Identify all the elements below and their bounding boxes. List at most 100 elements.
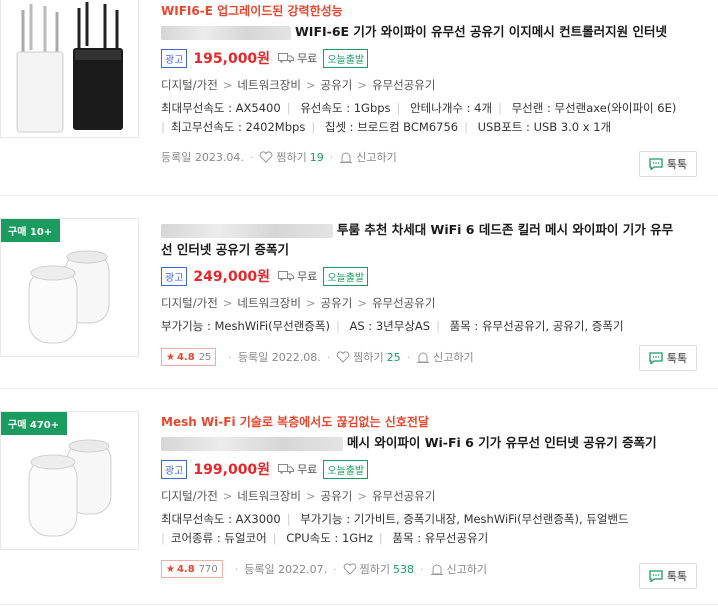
chat-icon [649,570,663,582]
report-label: 신고하기 [433,351,474,364]
spec-item: 칩셋 : 브로드컴 BCM6756 [324,120,459,134]
rating-box[interactable]: ★ 4.8 770 [161,560,223,578]
rating-value: 4.8 [176,351,195,363]
purchase-badge: 구매 10+ [1,219,61,242]
product-image[interactable]: 구매 470+ [0,411,139,550]
talktalk-button[interactable]: 톡톡 [639,345,697,371]
spec-item: 코어종류 : 듀얼코어 [170,531,267,545]
wish-button[interactable]: 찜하기 19 [259,149,324,165]
report-label: 신고하기 [356,151,397,164]
category-3[interactable]: 공유기 [321,296,353,310]
category-4[interactable]: 유무선공유기 [372,78,435,92]
heart-icon [343,563,356,575]
spec-item: 품목 : 유무선공유기, 공유기, 증폭기 [449,319,624,333]
spec-item: 최고무선속도 : 2402Mbps [170,120,306,134]
product-image[interactable]: 구매 10+ [0,218,139,357]
siren-icon [417,352,430,363]
category-3[interactable]: 공유기 [321,78,353,92]
category-3[interactable]: 공유기 [321,489,353,503]
shipping-info: 무료 [278,50,317,66]
product-title[interactable]: 투룸 추천 차세대 WiFi 6 데드존 킬러 메시 와이파이 기가 유무 [337,222,673,237]
siren-icon [340,152,353,163]
review-count: 770 [198,563,218,575]
spec-item: 유선속도 : 1Gbps [300,101,391,115]
register-date: 등록일 2022.07. [244,563,328,576]
product-title-cont[interactable]: 선 인터넷 공유기 증폭기 [161,242,289,257]
product-title[interactable]: 메시 와이파이 Wi-Fi 6 기가 유무선 인터넷 공유기 증폭기 [347,435,657,450]
product-image[interactable] [0,0,139,138]
siren-icon [430,564,443,575]
wish-button[interactable]: 찜하기 538 [343,561,414,577]
product-price[interactable]: 195,000원 [193,48,270,68]
wish-label: 찜하기 [359,563,390,576]
register-date: 등록일 2023.04. [161,151,244,164]
product-title[interactable]: WIFI-6E 기가 와이파이 유무선 공유기 이지메시 컨트롤러지원 인터넷 [295,24,667,39]
category-1[interactable]: 디지털/가전 [161,296,218,310]
blurred-store-name [161,223,333,238]
chat-icon [649,158,663,170]
category-breadcrumb: 디지털/가전 > 네트워크장비 > 공유기 > 유무선공유기 [161,78,436,92]
category-1[interactable]: 디지털/가전 [161,78,218,92]
spec-item: 부가기능 : 기가비트, 증폭기내장, MeshWiFi(무선랜증폭), 듀얼밴… [300,512,629,526]
spec-item: 무선랜 : 무선랜axe(와이파이 6E) [511,101,677,115]
category-2[interactable]: 네트워크장비 [237,78,300,92]
spec-item: 최대무선속도 : AX3000 [161,512,281,526]
review-count: 25 [198,351,212,363]
spec-list: 부가기능 : MeshWiFi(무선랜증폭) | AS : 3년무상AS | 품목 … [161,319,624,333]
blurred-store-name [161,25,291,40]
shipping-info: 무료 [278,461,317,477]
category-2[interactable]: 네트워크장비 [237,489,300,503]
shipping-label: 무료 [297,270,318,283]
category-4[interactable]: 유무선공유기 [372,296,435,310]
truck-icon [278,53,295,63]
talktalk-label: 톡톡 [666,352,688,365]
category-4[interactable]: 유무선공유기 [372,489,435,503]
spec-item: 안테나개수 : 4개 [410,101,493,115]
wish-button[interactable]: 찜하기 25 [336,349,401,365]
product-price[interactable]: 199,000원 [193,459,270,479]
blurred-store-name [161,436,343,451]
divider [0,388,718,389]
star-icon: ★ [166,563,175,575]
report-button[interactable]: 신고하기 [430,561,487,577]
spec-list: 최대무선속도 : AX5400 | 유선속도 : 1Gbps | 안테나개수 : 4… [161,101,677,134]
talktalk-button[interactable]: 톡톡 [639,151,697,177]
chat-icon [649,352,663,364]
wish-count: 538 [393,562,414,576]
product-title-row[interactable]: 메시 와이파이 Wi-Fi 6 기가 유무선 인터넷 공유기 증폭기 [161,433,701,453]
today-ship-badge: 오늘출발 [323,48,369,68]
heart-icon [336,351,350,363]
shipping-label: 무료 [297,52,318,65]
rating-box[interactable]: ★ 4.8 25 [161,348,217,366]
talktalk-label: 톡톡 [666,158,688,171]
talktalk-label: 톡톡 [666,570,688,583]
promo-text: Mesh Wi-Fi 기술로 복층에서도 끊김없는 신호전달 [161,415,429,429]
talktalk-button[interactable]: 톡톡 [639,563,697,589]
truck-icon [278,464,295,474]
spec-item: CPU속도 : 1GHz [286,531,373,545]
spec-item: AS : 3년무상AS [349,319,431,333]
shipping-label: 무료 [297,463,318,476]
report-button[interactable]: 신고하기 [339,149,397,165]
shipping-info: 무료 [278,268,317,284]
category-breadcrumb: 디지털/가전 > 네트워크장비 > 공유기 > 유무선공유기 [161,296,436,310]
ad-badge: 광고 [161,459,188,479]
category-2[interactable]: 네트워크장비 [237,296,300,310]
product-title-row[interactable]: WIFI-6E 기가 와이파이 유무선 공유기 이지메시 컨트롤러지원 인터넷 [161,22,701,42]
category-breadcrumb: 디지털/가전 > 네트워크장비 > 공유기 > 유무선공유기 [161,489,436,503]
star-icon: ★ [166,351,175,363]
wish-label: 찜하기 [276,151,307,164]
report-label: 신고하기 [446,563,487,576]
report-button[interactable]: 신고하기 [416,349,474,365]
ad-badge: 광고 [161,266,188,286]
product-price[interactable]: 249,000원 [193,266,270,286]
spec-item: 품목 : 유무선공유기 [392,531,489,545]
category-1[interactable]: 디지털/가전 [161,489,218,503]
divider [0,195,718,196]
wish-label: 찜하기 [353,351,384,364]
product-title-row[interactable]: 투룸 추천 차세대 WiFi 6 데드존 킬러 메시 와이파이 기가 유무 선 … [161,220,701,260]
heart-icon [259,151,273,163]
divider [0,604,718,605]
spec-item: USB포트 : USB 3.0 x 1개 [477,120,612,134]
truck-icon [278,271,295,281]
